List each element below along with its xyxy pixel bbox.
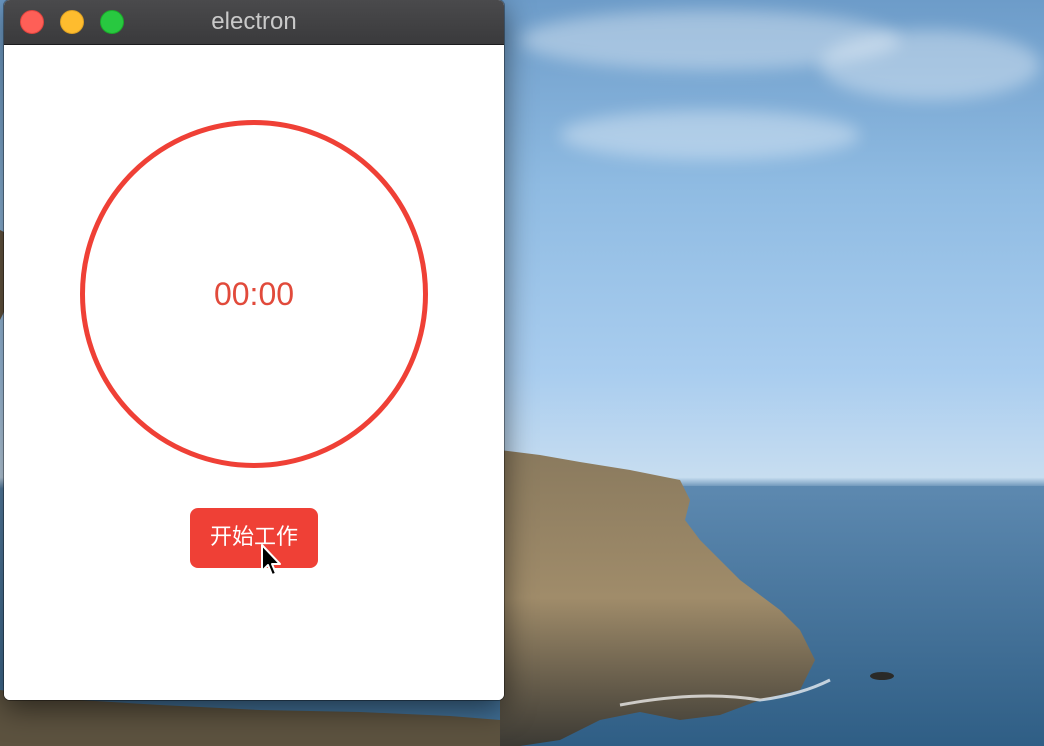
app-window: electron 00:00 开始工作: [4, 0, 504, 700]
title-bar[interactable]: electron: [4, 0, 504, 45]
mouse-pointer-icon: [261, 544, 281, 576]
timer-display: 00:00: [213, 276, 295, 312]
app-content: 00:00 开始工作: [4, 45, 504, 700]
start-work-button[interactable]: 开始工作: [190, 508, 318, 568]
window-title: electron: [211, 8, 297, 35]
